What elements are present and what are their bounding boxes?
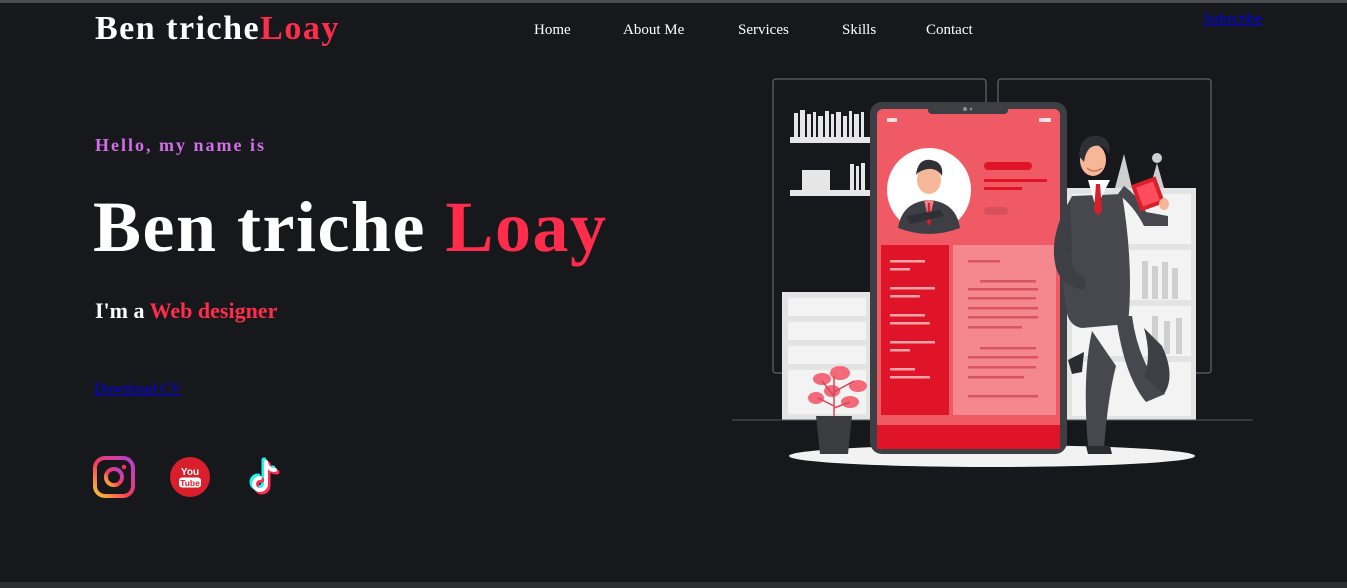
nav-home[interactable]: Home [534,22,571,39]
youtube-icon[interactable]: You Tube [169,456,211,498]
hero-name: Ben triche Loay [93,186,607,269]
tiktok-icon[interactable] [245,456,287,498]
logo-accent-text: Loay [260,10,340,47]
youtube-you-text: You [181,467,199,478]
nav-services[interactable]: Services [738,22,789,39]
nav-about-me[interactable]: About Me [623,22,684,39]
role-accent: Web designer [149,298,278,323]
instagram-icon[interactable] [93,456,135,498]
nav-skills[interactable]: Skills [842,22,876,39]
logo-main-text: Ben triche [95,10,261,47]
greeting-text: Hello, my name is [95,135,266,155]
hero-illustration [732,78,1253,467]
hero-name-main: Ben triche [93,187,446,267]
site-logo[interactable]: Ben tricheLoay [95,10,340,48]
bottom-border [0,582,1347,588]
top-border [0,0,1347,3]
subscribe-link[interactable]: Subscribe [1203,11,1262,28]
role-prefix: I'm a [95,298,150,323]
role-text: I'm a Web designer [95,298,277,324]
youtube-tube-text: Tube [180,478,200,488]
download-cv-link[interactable]: Download CV [94,381,181,398]
nav-contact[interactable]: Contact [926,22,973,39]
hero-name-accent: Loay [445,187,608,267]
